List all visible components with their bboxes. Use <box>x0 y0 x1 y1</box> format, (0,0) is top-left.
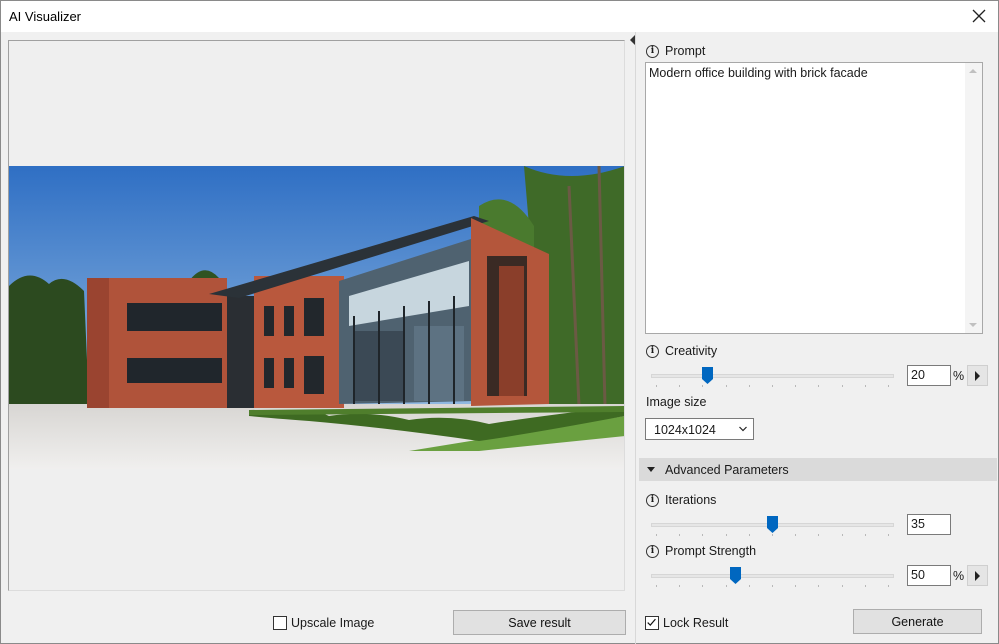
slider-tick <box>679 385 680 387</box>
lock-result-checkbox[interactable]: Lock Result <box>645 616 728 630</box>
close-icon[interactable] <box>970 7 988 25</box>
iterations-input[interactable]: 35 <box>907 514 951 535</box>
slider-ticks <box>651 385 894 387</box>
app-window: AI Visualizer Upscale Image Save result … <box>0 0 999 644</box>
prompt-strength-label: Prompt Strength <box>665 544 757 558</box>
slider-tick <box>818 534 819 536</box>
prompt-strength-heading: i Prompt Strength <box>646 544 756 558</box>
slider-tick <box>772 385 773 387</box>
checkbox-box[interactable] <box>273 616 287 630</box>
slider-thumb[interactable] <box>767 516 778 533</box>
prompt-strength-input[interactable]: 50 <box>907 565 951 586</box>
slider-tick <box>749 534 750 536</box>
image-preview <box>8 40 625 591</box>
slider-track[interactable] <box>651 374 894 378</box>
slider-tick <box>865 585 866 587</box>
slider-tick <box>702 585 703 587</box>
slider-tick <box>749 385 750 387</box>
slider-thumb[interactable] <box>702 367 714 384</box>
slider-tick <box>772 585 773 587</box>
slider-tick <box>772 534 773 536</box>
checkbox-box[interactable] <box>645 616 659 630</box>
slider-tick <box>842 385 843 387</box>
info-icon[interactable]: i <box>646 493 659 507</box>
panel-divider[interactable] <box>635 32 636 644</box>
iterations-heading: i Iterations <box>646 493 716 507</box>
creativity-heading: i Creativity <box>646 344 717 358</box>
scroll-up-icon[interactable] <box>969 69 977 73</box>
chevron-down-icon[interactable] <box>739 425 747 433</box>
creativity-input[interactable]: 20 <box>907 365 951 386</box>
slider-tick <box>795 385 796 387</box>
prompt-strength-unit: % <box>953 569 965 583</box>
info-icon[interactable]: i <box>646 344 659 358</box>
info-icon[interactable]: i <box>646 44 659 58</box>
slider-tick <box>656 585 657 587</box>
expand-arrow-icon[interactable] <box>647 467 655 472</box>
creativity-unit: % <box>953 369 965 383</box>
advanced-parameters-header[interactable]: Advanced Parameters <box>639 458 997 481</box>
creativity-slider[interactable] <box>651 367 894 387</box>
slider-tick <box>888 585 889 587</box>
slider-tick <box>842 534 843 536</box>
iterations-slider[interactable] <box>651 516 894 536</box>
slider-tick <box>656 385 657 387</box>
slider-track[interactable] <box>651 574 894 578</box>
slider-tick <box>795 585 796 587</box>
slider-tick <box>865 534 866 536</box>
prompt-strength-expand-button[interactable] <box>967 565 988 586</box>
creativity-expand-button[interactable] <box>967 365 988 386</box>
slider-tick <box>702 385 703 387</box>
slider-tick <box>679 534 680 536</box>
slider-tick <box>842 585 843 587</box>
slider-tick <box>795 534 796 536</box>
upscale-checkbox[interactable]: Upscale Image <box>273 616 374 630</box>
slider-tick <box>865 385 866 387</box>
save-result-button[interactable]: Save result <box>453 610 626 635</box>
image-size-value: 1024x1024 <box>654 423 716 437</box>
scroll-down-icon[interactable] <box>969 323 977 327</box>
upscale-label: Upscale Image <box>291 616 375 630</box>
slider-tick <box>679 585 680 587</box>
iterations-label: Iterations <box>665 493 717 507</box>
info-icon[interactable]: i <box>646 544 659 558</box>
window-title: AI Visualizer <box>9 9 82 24</box>
checkmark-icon <box>647 618 656 627</box>
slider-ticks <box>651 534 894 536</box>
slider-tick <box>726 585 727 587</box>
slider-tick <box>818 385 819 387</box>
title-bar: AI Visualizer <box>1 1 998 32</box>
generate-button[interactable]: Generate <box>853 609 982 634</box>
generated-image <box>9 166 624 469</box>
slider-tick <box>818 585 819 587</box>
slider-tick <box>888 534 889 536</box>
prompt-heading: i Prompt <box>646 44 705 58</box>
slider-tick <box>702 534 703 536</box>
slider-tick <box>726 385 727 387</box>
creativity-label: Creativity <box>665 344 718 358</box>
slider-thumb[interactable] <box>729 567 741 584</box>
prompt-textarea[interactable]: Modern office building with brick facade <box>645 62 983 334</box>
image-size-label: Image size <box>646 395 707 409</box>
slider-tick <box>656 534 657 536</box>
slider-ticks <box>651 585 894 587</box>
slider-tick <box>888 385 889 387</box>
prompt-label: Prompt <box>665 44 706 58</box>
prompt-text: Modern office building with brick facade <box>649 66 868 80</box>
image-size-select[interactable]: 1024x1024 <box>645 418 754 440</box>
prompt-strength-slider[interactable] <box>651 567 894 587</box>
vertical-scrollbar[interactable] <box>965 63 982 333</box>
advanced-label: Advanced Parameters <box>665 462 789 477</box>
lock-result-label: Lock Result <box>663 616 729 630</box>
slider-tick <box>726 534 727 536</box>
slider-tick <box>749 585 750 587</box>
